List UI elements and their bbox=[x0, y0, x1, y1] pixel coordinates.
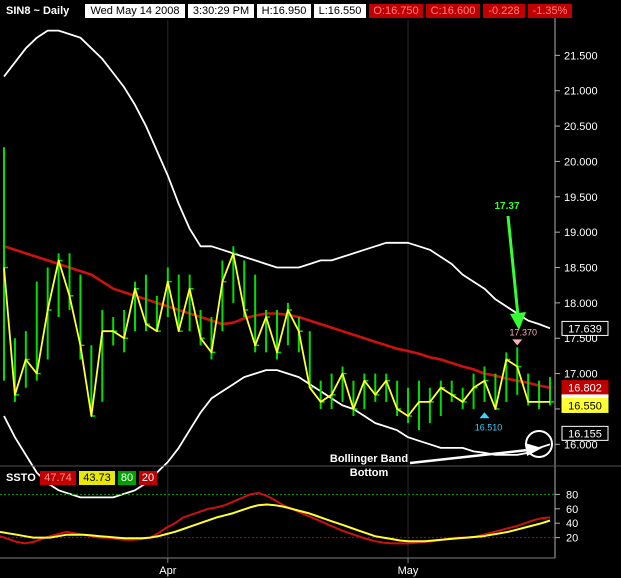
price-tag-label: 16.802 bbox=[568, 383, 602, 395]
high-marker-triangle bbox=[512, 339, 523, 346]
price-tick-label: 21.500 bbox=[564, 50, 598, 62]
price-axis: 21.500 21.000 20.500 20.000 19.500 19.000 18.5… bbox=[555, 50, 609, 451]
stoch-tick-label: 80 bbox=[566, 489, 578, 501]
upper-band-line bbox=[3, 29, 551, 330]
oversold-badge: 20 bbox=[139, 471, 157, 485]
high-box: H:16.950 bbox=[257, 4, 311, 18]
chart-canvas: 17.370 16.510 17.37 Bollinger Band Bottom 21… bbox=[0, 16, 621, 577]
stochastic-label: SSTO bbox=[6, 472, 36, 484]
price-tick-label: 18.000 bbox=[564, 298, 598, 310]
price-tick-label: 17.000 bbox=[564, 369, 598, 381]
stoch-series-line bbox=[0, 503, 551, 543]
bollinger-bands bbox=[3, 29, 551, 499]
price-tag-label: 16.155 bbox=[568, 428, 602, 440]
time-tick-label: Apr bbox=[159, 565, 176, 577]
stoch-tick-label: 20 bbox=[566, 533, 578, 545]
green-arrow-shaft bbox=[506, 215, 520, 317]
stoch-tick-label: 40 bbox=[566, 518, 578, 530]
symbol-label: SIN8 ~ Daily bbox=[6, 5, 70, 17]
time-box: 3:30:29 PM bbox=[188, 4, 254, 18]
stoch-d-badge: 43.73 bbox=[79, 471, 115, 485]
price-tick-label: 20.000 bbox=[564, 156, 598, 168]
price-tick-label: 21.000 bbox=[564, 86, 598, 98]
close-box: C:16.600 bbox=[426, 4, 480, 18]
arrow-label: 17.37 bbox=[494, 201, 519, 212]
date-box: Wed May 14 2008 bbox=[85, 4, 185, 18]
stoch-k-badge: 47.74 bbox=[40, 471, 76, 485]
white-arrow-head bbox=[525, 443, 542, 456]
low-marker-label: 16.510 bbox=[475, 422, 503, 432]
open-box: O:16.750 bbox=[369, 4, 423, 18]
low-marker-triangle bbox=[479, 412, 490, 419]
price-tick-label: 18.500 bbox=[564, 263, 598, 275]
overbought-badge: 80 bbox=[118, 471, 136, 485]
low-box: L:16.550 bbox=[314, 4, 366, 18]
time-axis: Apr May bbox=[159, 558, 419, 577]
change-box: -0.228 bbox=[483, 4, 525, 18]
price-tick-label: 16.000 bbox=[564, 439, 598, 451]
high-marker-label: 17.370 bbox=[509, 327, 537, 337]
price-tag-label: 17.639 bbox=[568, 323, 602, 335]
price-tick-label: 20.500 bbox=[564, 121, 598, 133]
stoch-series-line bbox=[0, 492, 551, 545]
white-arrow-shaft bbox=[409, 448, 529, 465]
price-tag-label: 16.550 bbox=[568, 400, 602, 412]
price-tick-label: 19.000 bbox=[564, 227, 598, 239]
price-tick-label: 19.500 bbox=[564, 192, 598, 204]
change-pct-box: -1.35% bbox=[528, 4, 572, 18]
stoch-tick-label: 60 bbox=[566, 504, 578, 516]
note-line-1: Bollinger Band bbox=[330, 453, 408, 465]
annotations: 17.370 16.510 17.37 Bollinger Band Bottom bbox=[330, 201, 553, 479]
note-line-2: Bottom bbox=[350, 467, 389, 479]
time-tick-label: May bbox=[398, 565, 419, 577]
